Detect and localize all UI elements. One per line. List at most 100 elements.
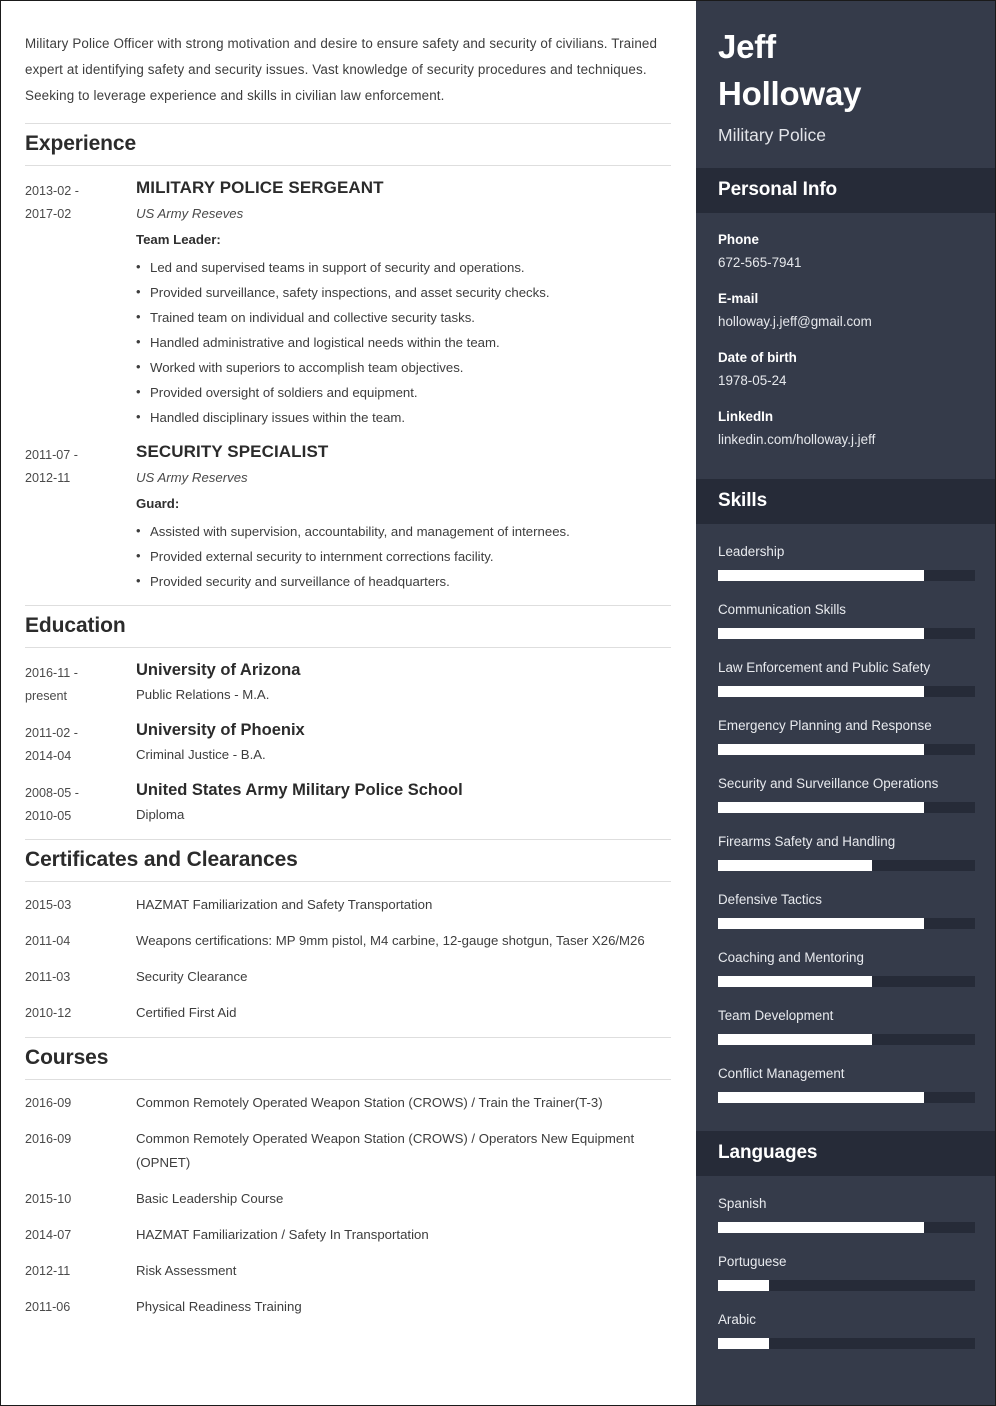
experience-body: SECURITY SPECIALIST US Army Reserves Guard… [136,441,671,594]
certificate-entry: 2010-12 Certified First Aid [25,1001,671,1025]
personal-info-label: Phone [718,232,759,247]
candidate-last-name: Holloway [718,75,862,112]
skill-level-bar [718,802,975,813]
language-level-fill [718,1222,924,1233]
certificate-date: 2011-03 [25,970,71,984]
course-entry: 2011-06 Physical Readiness Training [25,1295,671,1319]
experience-bullet: Provided security and surveillance of he… [136,568,671,594]
course-date: 2011-06 [25,1300,71,1314]
experience-body: MILITARY POLICE SERGEANT US Army Reseves T… [136,177,671,430]
experience-bullet: Led and supervised teams in support of s… [136,254,671,280]
personal-info-value: 672-565-7941 [718,255,802,270]
skill-name: Defensive Tactics [718,892,822,907]
skill-item: Team Development [718,1005,975,1045]
course-entry: 2015-10 Basic Leadership Course [25,1187,671,1211]
courses-section: Courses 2016-09 Common Remotely Operated … [25,1037,671,1319]
language-item: Spanish [718,1193,975,1233]
personal-info-item: E-mail holloway.j.jeff@gmail.com [718,288,973,333]
course-date: 2016-09 [25,1132,72,1146]
skill-name: Security and Surveillance Operations [718,776,939,791]
education-date-start: 2016-11 - [25,666,78,680]
skill-name: Coaching and Mentoring [718,950,864,965]
skill-name: Team Development [718,1008,834,1023]
experience-organization: US Army Reseves [136,206,244,221]
personal-info-item: LinkedIn linkedin.com/holloway.j.jeff [718,406,973,451]
skills-list: Leadership Communication Skills Law Enforc… [696,524,995,1131]
course-text: Basic Leadership Course [136,1191,284,1206]
experience-role-label: Team Leader: [136,232,221,247]
language-level-bar [718,1280,975,1291]
certificate-text: Security Clearance [136,969,248,984]
section-title-courses: Courses [25,1037,671,1080]
skill-level-fill [718,744,924,755]
certificate-date: 2015-03 [25,898,72,912]
experience-date-start: 2013-02 - [25,184,79,198]
personal-info-label: E-mail [718,291,759,306]
experience-bullet: Provided oversight of soldiers and equip… [136,379,671,405]
courses-list: 2016-09 Common Remotely Operated Weapon S… [25,1091,671,1319]
education-date-end: 2014-04 [25,749,72,763]
language-level-bar [718,1338,975,1349]
education-degree: Diploma [136,807,185,822]
education-school: University of Arizona [136,661,301,679]
education-body: University of Arizona Public Relations - … [136,659,671,705]
education-entry: 2011-02 - 2014-04 University of Phoenix Cri… [25,719,671,768]
education-school: United States Army Military Police Schoo… [136,781,463,799]
experience-bullet-list: Assisted with supervision, accountabilit… [136,518,671,594]
language-item: Arabic [718,1309,975,1349]
skill-item: Conflict Management [718,1063,975,1103]
skill-level-fill [718,860,873,871]
education-date: 2011-02 - 2014-04 [25,719,136,768]
skill-item: Law Enforcement and Public Safety [718,657,975,697]
education-list: 2016-11 - present University of Arizona Pub… [25,659,671,828]
skill-item: Security and Surveillance Operations [718,773,975,813]
personal-info-item: Phone 672-565-7941 [718,229,973,274]
experience-organization: US Army Reserves [136,470,248,485]
course-entry: 2014-07 HAZMAT Familiarization / Safety I… [25,1223,671,1247]
skill-item: Coaching and Mentoring [718,947,975,987]
education-section: Education 2016-11 - present University of … [25,605,671,828]
course-entry: 2012-11 Risk Assessment [25,1259,671,1283]
language-name: Arabic [718,1312,756,1327]
certificate-entry: 2015-03 HAZMAT Familiarization and Safety… [25,893,671,917]
sidebar-header-languages: Languages [696,1131,995,1176]
education-date-start: 2011-02 - [25,726,78,740]
education-body: University of Phoenix Criminal Justice - … [136,719,671,765]
course-date: 2016-09 [25,1096,72,1110]
skill-level-fill [718,1092,924,1103]
skill-level-fill [718,802,924,813]
skill-level-bar [718,918,975,929]
certificate-text: Weapons certifications: MP 9mm pistol, M… [136,933,645,948]
personal-info-value: linkedin.com/holloway.j.jeff [718,432,876,447]
certificates-section: Certificates and Clearances 2015-03 HAZMA… [25,839,671,1025]
skill-level-bar [718,976,975,987]
skill-level-fill [718,686,924,697]
experience-date-start: 2011-07 - [25,448,78,462]
education-degree: Public Relations - M.A. [136,687,270,702]
experience-bullet: Assisted with supervision, accountabilit… [136,518,671,544]
experience-section: Experience 2013-02 - 2017-02 MILITARY POLI… [25,123,671,594]
experience-role-label: Guard: [136,496,180,511]
experience-bullet: Trained team on individual and collectiv… [136,304,671,330]
course-text: Physical Readiness Training [136,1299,302,1314]
course-text: Common Remotely Operated Weapon Station … [136,1095,603,1110]
skill-level-bar [718,686,975,697]
course-text: HAZMAT Familiarization / Safety In Trans… [136,1227,429,1242]
language-item: Portuguese [718,1251,975,1291]
experience-list: 2013-02 - 2017-02 MILITARY POLICE SERGEANT… [25,177,671,594]
language-level-fill [718,1280,770,1291]
skill-level-bar [718,860,975,871]
language-name: Spanish [718,1196,767,1211]
education-entry: 2008-05 - 2010-05 United States Army Milit… [25,779,671,828]
resume-page: Military Police Officer with strong moti… [0,0,996,1406]
personal-info-item: Date of birth 1978-05-24 [718,347,973,392]
language-level-bar [718,1222,975,1233]
skill-level-fill [718,570,924,581]
education-entry: 2016-11 - present University of Arizona Pub… [25,659,671,708]
skill-level-fill [718,628,924,639]
skill-level-bar [718,570,975,581]
education-date-end: 2010-05 [25,809,72,823]
skill-level-fill [718,918,924,929]
experience-bullet: Handled disciplinary issues within the t… [136,404,671,430]
skill-name: Firearms Safety and Handling [718,834,896,849]
